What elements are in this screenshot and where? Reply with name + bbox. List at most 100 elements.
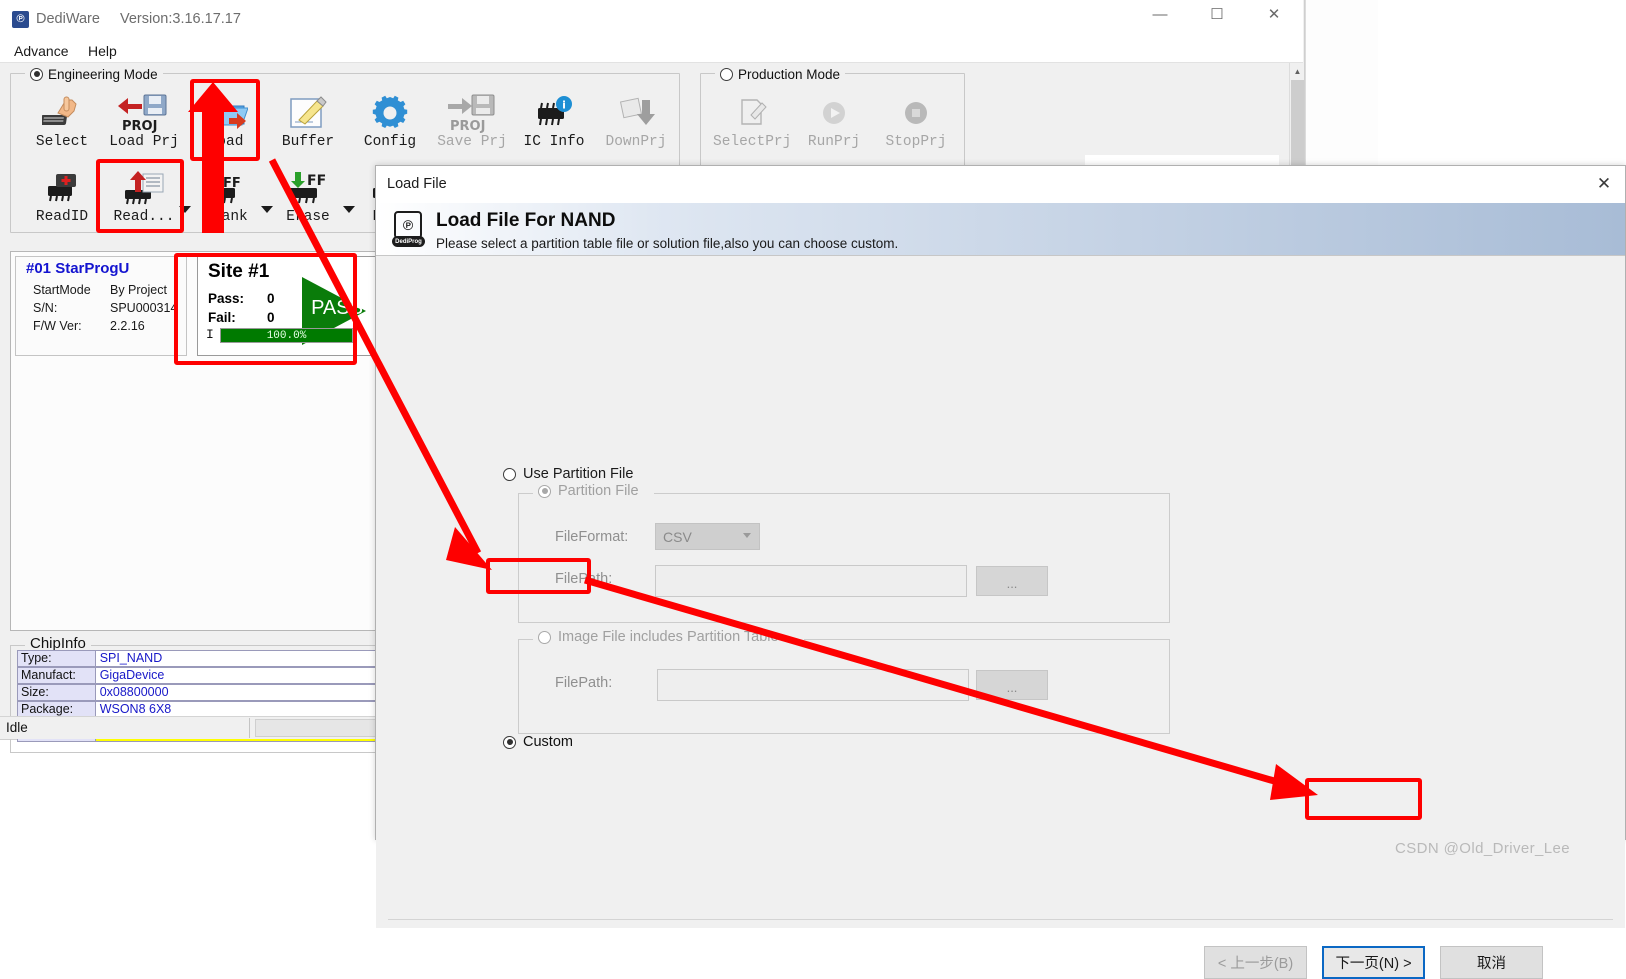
dialog-subtitle: Please select a partition table file or … [436,236,899,251]
highlight-custom-radio [486,558,591,594]
document-select-icon [713,92,791,134]
next-page-button[interactable]: 下一页(N) > [1322,946,1425,979]
fw-version-value: 2.2.16 [110,319,145,333]
toolbar-label: Buffer [281,134,335,150]
dialog-title-bar: Load File ✕ [376,166,1625,203]
toolbar-button-config[interactable]: Config [351,92,429,160]
chip-question-icon: ? FF [187,167,265,209]
svg-text:?: ? [209,170,220,192]
image-browse-button[interactable]: ... [976,670,1048,700]
cancel-button[interactable]: 取消 [1440,946,1543,979]
radio-selected-disabled-icon [538,484,551,498]
radio-unselected-icon [503,467,516,481]
gear-icon [351,92,429,134]
menu-item-advance[interactable]: Advance [9,41,73,61]
dialog-title: Load File [387,176,447,192]
toolbar-label: Load Prj [109,134,179,150]
status-text: Idle [2,718,250,738]
stop-circle-icon [877,92,955,134]
size-label: Size: [17,684,95,701]
toolbar-button-load-prj[interactable]: PROJ Load Prj [105,92,183,160]
toolbar-label: Erase [286,209,330,225]
maximize-icon: ☐ [1210,6,1224,23]
watermark: CSDN @Old_Driver_Lee [1395,840,1570,857]
svg-text:FF: FF [307,173,326,189]
close-icon: ✕ [1267,6,1281,23]
image-file-label: Image File includes Partition Table [558,629,779,645]
startmode-value: By Project [110,283,167,297]
close-icon: ✕ [1596,174,1612,193]
dediprog-logo-icon: ℗ [394,211,422,239]
radio-selected-icon [30,67,43,81]
production-mode-radio[interactable]: Production Mode [715,64,846,84]
image-filepath-label: FilePath: [555,675,613,691]
menu-bar: Advance Help [0,38,1303,63]
serial-label: S/N: [33,301,58,315]
back-button[interactable]: < 上一步(B) [1204,946,1307,979]
maximize-button[interactable]: ☐ [1194,0,1240,30]
image-file-group: Image File includes Partition Table File… [518,629,1170,734]
toolbar-button-blank[interactable]: ? FF Blank [187,167,273,235]
partition-browse-button[interactable]: ... [976,566,1048,596]
dialog-close-button[interactable]: ✕ [1587,170,1621,198]
custom-radio[interactable]: Custom [503,734,573,750]
custom-label: Custom [523,734,573,750]
toolbar-label: SelectPrj [713,134,792,150]
image-file-radio[interactable]: Image File includes Partition Table [533,629,784,645]
engineering-mode-radio[interactable]: Engineering Mode [25,64,163,84]
use-partition-file-radio[interactable]: Use Partition File [503,466,633,482]
toolbar-button-readid[interactable]: ReadID [23,167,101,235]
logo-letter: ℗ [402,217,414,233]
toolbar-label: RunPrj [807,134,861,150]
toolbar-label: Save Prj [437,134,507,150]
menu-item-help[interactable]: Help [83,41,122,61]
desktop-strip-bottom [0,840,375,869]
chip-info-icon: i [515,92,593,134]
fw-version-label: F/W Ver: [33,319,82,333]
dialog-banner: ℗ DediProg Load File For NAND Please sel… [376,203,1625,256]
partition-filepath-input[interactable] [655,565,967,597]
programmer-info-card[interactable]: #01 StarProgU StartMode By Project S/N: … [15,256,187,356]
toolbar-label: StopPrj [885,134,947,150]
toolbar-label: IC Info [523,134,585,150]
toolbar-button-erase[interactable]: FF Erase [269,167,355,235]
play-circle-icon [795,92,873,134]
svg-text:FF: FF [223,176,241,191]
fileformat-select[interactable]: CSV [655,523,760,550]
hand-keyboard-icon [23,92,101,134]
app-title: DediWare [36,11,100,27]
download-arrow-icon [597,92,675,134]
svg-text:PROJ: PROJ [450,119,485,133]
toolbar-label: Blank [204,209,248,225]
toolbar-label: Select [35,134,89,150]
toolbar-button-save-prj[interactable]: PROJ Save Prj [433,92,511,160]
svg-text:PROJ: PROJ [122,119,157,133]
minimize-icon: — [1152,6,1168,23]
close-button[interactable]: ✕ [1251,0,1297,30]
highlight-load-button [190,79,260,161]
toolbar-label: Config [363,134,417,150]
toolbar-button-ic-info[interactable]: i IC Info [515,92,593,160]
toolbar-button-select[interactable]: Select [23,92,101,160]
radio-unselected-icon [720,67,733,81]
toolbar-button-stopprj[interactable]: StopPrj [877,92,955,160]
scroll-up-icon[interactable]: ▲ [1290,63,1305,79]
radio-unselected-disabled-icon [538,630,551,644]
dediprog-logo-icon: ℗ [12,11,29,28]
image-filepath-input[interactable] [657,669,969,701]
dialog-footer-divider [388,919,1613,920]
toolbar-button-selectprj[interactable]: SelectPrj [713,92,791,160]
chip-type-label: Type: [17,650,95,667]
use-partition-file-label: Use Partition File [523,466,634,482]
toolbar-button-buffer[interactable]: Buffer [269,92,347,160]
minimize-button[interactable]: — [1137,0,1183,30]
notepad-pencil-icon [269,92,347,134]
toolbar-button-downprj[interactable]: DownPrj [597,92,675,160]
toolbar-label: ReadID [35,209,89,225]
production-mode-label: Production Mode [738,66,841,82]
toolbar-button-runprj[interactable]: RunPrj [795,92,873,160]
chevron-down-icon [743,533,751,538]
engineering-mode-label: Engineering Mode [48,66,158,82]
chip-medical-icon [23,167,101,209]
partition-file-radio[interactable]: Partition File [533,483,644,499]
